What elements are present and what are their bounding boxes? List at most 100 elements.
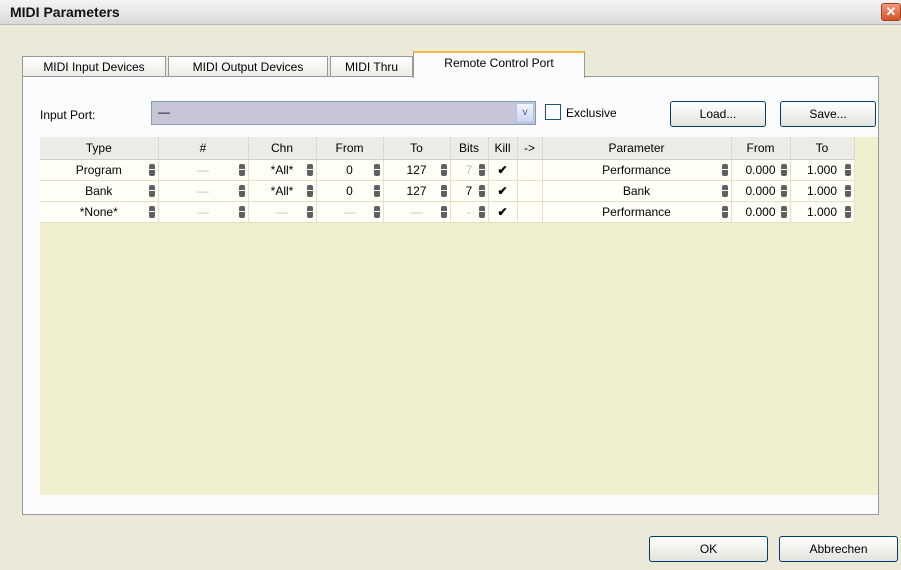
from-cell[interactable]: — xyxy=(316,201,384,223)
kill-cell[interactable]: ✔ xyxy=(488,201,518,223)
from-value: 0 xyxy=(346,184,353,198)
number-cell[interactable]: — xyxy=(158,159,249,181)
spin-arrows-icon[interactable] xyxy=(780,164,787,176)
col-header-type[interactable]: Type xyxy=(40,137,159,160)
spin-arrows-icon[interactable] xyxy=(373,185,380,197)
type-cell[interactable]: Bank xyxy=(40,180,159,202)
spin-arrows-icon[interactable] xyxy=(306,164,313,176)
param-from-cell[interactable]: 0.000 xyxy=(731,159,791,181)
spin-arrows-icon[interactable] xyxy=(148,206,155,218)
parameter-cell[interactable]: Bank xyxy=(542,180,732,202)
checkmark-icon: ✔ xyxy=(497,205,508,219)
bits-cell[interactable]: 7 xyxy=(450,159,489,181)
mapping-table: Type # Chn From To Bits Kill -> Paramete… xyxy=(40,137,855,223)
chn-value: *All* xyxy=(270,163,294,177)
param-to-cell[interactable]: 1.000 xyxy=(790,180,855,202)
load-button[interactable]: Load... xyxy=(670,101,766,127)
number-cell[interactable]: — xyxy=(158,180,249,202)
param-from-cell[interactable]: 0.000 xyxy=(731,180,791,202)
spin-arrows-icon[interactable] xyxy=(440,206,447,218)
param-to-value: 1.000 xyxy=(806,205,838,219)
arrow-cell xyxy=(517,180,543,202)
type-cell[interactable]: *None* xyxy=(40,201,159,223)
parameter-value: Bank xyxy=(622,184,651,198)
param-to-cell[interactable]: 1.000 xyxy=(790,159,855,181)
spin-arrows-icon[interactable] xyxy=(148,185,155,197)
spin-arrows-icon[interactable] xyxy=(373,206,380,218)
number-cell[interactable]: — xyxy=(158,201,249,223)
spin-arrows-icon[interactable] xyxy=(238,164,245,176)
exclusive-checkbox[interactable] xyxy=(545,104,561,120)
from-cell[interactable]: 0 xyxy=(316,180,384,202)
col-header-from[interactable]: From xyxy=(316,137,384,160)
spin-arrows-icon[interactable] xyxy=(238,185,245,197)
spin-arrows-icon[interactable] xyxy=(721,206,728,218)
col-header-bits[interactable]: Bits xyxy=(450,137,489,160)
from-value: — xyxy=(343,205,356,219)
parameter-cell[interactable]: Performance xyxy=(542,159,732,181)
spin-arrows-icon[interactable] xyxy=(306,185,313,197)
spin-arrows-icon[interactable] xyxy=(844,206,851,218)
type-cell[interactable]: Program xyxy=(40,159,159,181)
parameter-value: Performance xyxy=(602,163,671,177)
spin-arrows-icon[interactable] xyxy=(844,185,851,197)
col-header-to[interactable]: To xyxy=(383,137,451,160)
col-header-parameter[interactable]: Parameter xyxy=(542,137,732,160)
tab-remote-control-port[interactable]: Remote Control Port xyxy=(413,51,585,78)
bits-cell[interactable]: - xyxy=(450,201,489,223)
bits-cell[interactable]: 7 xyxy=(450,180,489,202)
ok-button[interactable]: OK xyxy=(649,536,768,562)
close-icon[interactable]: ✕ xyxy=(881,3,901,21)
col-header-chn[interactable]: Chn xyxy=(248,137,317,160)
parameter-cell[interactable]: Performance xyxy=(542,201,732,223)
to-cell[interactable]: — xyxy=(383,201,451,223)
spin-arrows-icon[interactable] xyxy=(478,164,485,176)
input-port-dropdown[interactable]: — v xyxy=(151,101,536,125)
table-row: Bank — *All* 0 127 7 ✔ Bank 0.000 1.000 xyxy=(40,180,855,202)
bits-value: 7 xyxy=(465,184,473,198)
arrow-cell xyxy=(517,201,543,223)
col-header-number[interactable]: # xyxy=(158,137,249,160)
spin-arrows-icon[interactable] xyxy=(780,185,787,197)
from-cell[interactable]: 0 xyxy=(316,159,384,181)
col-header-arrow[interactable]: -> xyxy=(517,137,543,160)
spin-arrows-icon[interactable] xyxy=(440,164,447,176)
kill-cell[interactable]: ✔ xyxy=(488,180,518,202)
spin-arrows-icon[interactable] xyxy=(721,164,728,176)
chevron-down-icon[interactable]: v xyxy=(516,103,534,123)
param-from-value: 0.000 xyxy=(745,205,776,219)
col-header-kill[interactable]: Kill xyxy=(488,137,518,160)
spin-arrows-icon[interactable] xyxy=(306,206,313,218)
spin-arrows-icon[interactable] xyxy=(148,164,155,176)
param-from-cell[interactable]: 0.000 xyxy=(731,201,791,223)
number-value: — xyxy=(197,184,209,198)
spin-arrows-icon[interactable] xyxy=(238,206,245,218)
chn-cell[interactable]: — xyxy=(248,201,317,223)
spin-arrows-icon[interactable] xyxy=(373,164,380,176)
cancel-button[interactable]: Abbrechen xyxy=(779,536,898,562)
spin-arrows-icon[interactable] xyxy=(780,206,787,218)
col-header-param-from[interactable]: From xyxy=(731,137,791,160)
type-value: *None* xyxy=(79,205,118,219)
spin-arrows-icon[interactable] xyxy=(440,185,447,197)
exclusive-label[interactable]: Exclusive xyxy=(566,106,617,120)
save-button[interactable]: Save... xyxy=(780,101,876,127)
kill-cell[interactable]: ✔ xyxy=(488,159,518,181)
chn-cell[interactable]: *All* xyxy=(248,180,317,202)
spin-arrows-icon[interactable] xyxy=(478,206,485,218)
param-to-value: 1.000 xyxy=(806,163,838,177)
chn-cell[interactable]: *All* xyxy=(248,159,317,181)
bits-value: 7 xyxy=(465,163,473,177)
spin-arrows-icon[interactable] xyxy=(721,185,728,197)
spin-arrows-icon[interactable] xyxy=(844,164,851,176)
tab-midi-input-devices[interactable]: MIDI Input Devices xyxy=(22,56,166,77)
tab-midi-output-devices[interactable]: MIDI Output Devices xyxy=(168,56,328,77)
spin-arrows-icon[interactable] xyxy=(478,185,485,197)
col-header-param-to[interactable]: To xyxy=(790,137,855,160)
to-cell[interactable]: 127 xyxy=(383,159,451,181)
tab-midi-thru[interactable]: MIDI Thru xyxy=(330,56,413,77)
to-cell[interactable]: 127 xyxy=(383,180,451,202)
param-to-cell[interactable]: 1.000 xyxy=(790,201,855,223)
bits-value: - xyxy=(467,205,471,219)
number-value: — xyxy=(197,205,209,219)
